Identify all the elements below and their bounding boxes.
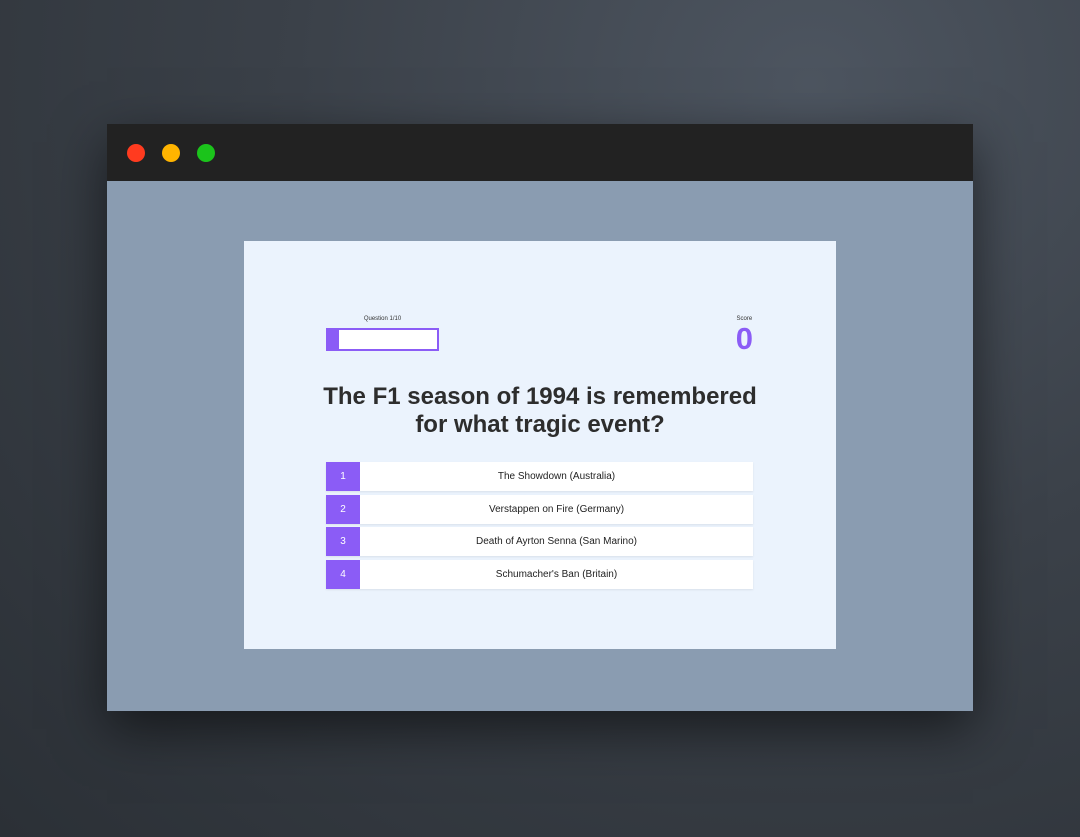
answer-text: Death of Ayrton Senna (San Marino)	[475, 536, 638, 547]
progress-bar	[326, 328, 439, 351]
answer-text: The Showdown (Australia)	[497, 471, 616, 482]
maximize-window-button[interactable]	[197, 144, 215, 162]
answer-option-1[interactable]: 1 The Showdown (Australia)	[326, 462, 753, 491]
window-titlebar	[107, 124, 973, 181]
answer-list: 1 The Showdown (Australia) 2 Verstappen …	[326, 462, 753, 592]
answer-number: 4	[326, 559, 360, 589]
answer-option-3[interactable]: 3 Death of Ayrton Senna (San Marino)	[326, 527, 753, 556]
score-value: 0	[735, 321, 753, 356]
question-counter: Question 1/10	[363, 316, 402, 322]
answer-number: 3	[326, 527, 360, 556]
minimize-window-button[interactable]	[162, 144, 180, 162]
answer-number: 1	[326, 462, 360, 491]
close-window-button[interactable]	[127, 144, 145, 162]
answer-number: 2	[326, 494, 360, 524]
question-text: The F1 season of 1994 is remembered for …	[323, 383, 757, 438]
answer-option-2[interactable]: 2 Verstappen on Fire (Germany)	[326, 494, 753, 524]
browser-window: Question 1/10 Score 0 The F1 season of 1…	[107, 124, 973, 711]
answer-text: Verstappen on Fire (Germany)	[488, 503, 625, 515]
answer-text: Schumacher's Ban (Britain)	[495, 568, 618, 580]
progress-section: Question 1/10	[326, 315, 439, 351]
progress-bar-fill	[328, 330, 339, 349]
score-section: Score 0	[736, 315, 753, 354]
quiz-card: Question 1/10 Score 0 The F1 season of 1…	[244, 241, 836, 649]
answer-option-4[interactable]: 4 Schumacher's Ban (Britain)	[326, 559, 753, 589]
